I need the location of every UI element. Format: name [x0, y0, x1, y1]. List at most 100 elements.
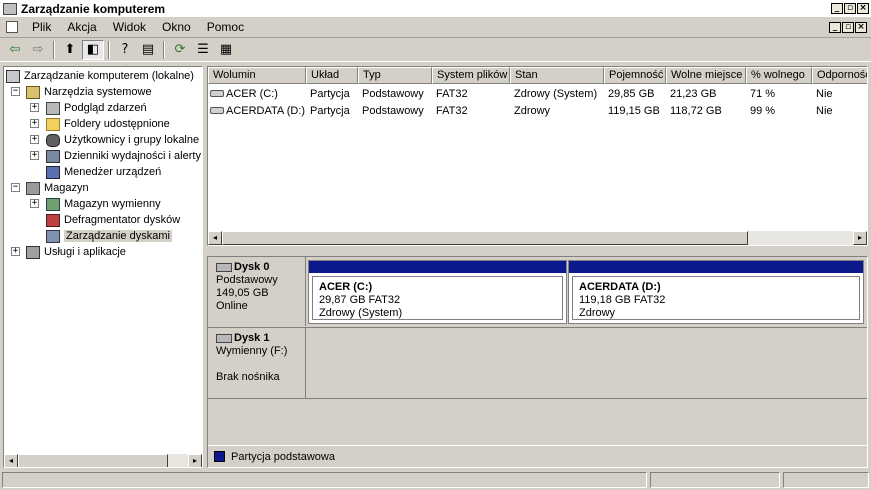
child-restore-button[interactable]: ▫	[842, 21, 854, 33]
show-tree-icon[interactable]: ◧	[82, 39, 104, 60]
tree-item-local-users[interactable]: Użytkownicy i grupy lokalne	[46, 132, 199, 148]
column-header-type[interactable]: Typ	[358, 67, 432, 84]
tree-item-event-viewer[interactable]: Podgląd zdarzeń	[46, 100, 147, 116]
tree-item-services[interactable]: Usługi i aplikacje	[26, 244, 126, 260]
console-window-icon[interactable]	[6, 21, 18, 33]
up-folder-icon[interactable]: ⬆	[59, 40, 81, 60]
partition-c[interactable]: ACER (C:) 29,87 GB FAT32 Zdrowy (System)	[308, 260, 567, 324]
status-pane	[2, 472, 647, 488]
tree-horizontal-scrollbar[interactable]: ◂ ▸	[4, 453, 202, 467]
volume-row[interactable]: ACERDATA (D:) Partycja Podstawowy FAT32 …	[208, 102, 867, 119]
disk-1-label[interactable]: Dysk 1 Wymienny (F:) Brak nośnika	[208, 328, 306, 398]
scroll-left-icon[interactable]: ◂	[208, 231, 222, 245]
window-title: Zarządzanie komputerem	[21, 1, 166, 16]
free-space-cell: 118,72 GB	[670, 104, 722, 117]
fault-tolerance-cell: Nie	[816, 104, 833, 117]
column-header-layout[interactable]: Układ	[306, 67, 358, 84]
console-tree[interactable]: Zarządzanie komputerem (lokalne) − Narzę…	[3, 66, 203, 468]
tree-label: Magazyn	[44, 182, 89, 194]
forward-icon[interactable]: ⇨	[27, 40, 49, 60]
capacity-cell: 29,85 GB	[608, 87, 655, 100]
close-button[interactable]: ×	[857, 3, 869, 14]
collapse-icon[interactable]: −	[11, 87, 20, 96]
volume-row[interactable]: ACER (C:) Partycja Podstawowy FAT32 Zdro…	[208, 85, 867, 102]
child-minimize-button[interactable]: _	[829, 21, 841, 33]
disk-row-divider	[208, 398, 867, 399]
expand-icon[interactable]: +	[30, 103, 39, 112]
column-header-percent-free[interactable]: % wolnego	[746, 67, 812, 84]
expand-icon[interactable]: +	[30, 199, 39, 208]
tree-item-removable-storage[interactable]: Magazyn wymienny	[46, 196, 161, 212]
partition-info: ACERDATA (D:) 119,18 GB FAT32 Zdrowy	[572, 276, 860, 320]
volume-list[interactable]: Wolumin Układ Typ System plików Stan Poj…	[207, 66, 868, 246]
toolbar-separator	[53, 40, 55, 59]
legend: Partycja podstawowa	[208, 445, 867, 467]
tree-item-perf-logs[interactable]: Dzienniki wydajności i alerty	[46, 148, 201, 164]
partition-d[interactable]: ACERDATA (D:) 119,18 GB FAT32 Zdrowy	[568, 260, 864, 324]
child-close-button[interactable]: ×	[855, 21, 867, 33]
toolbar-separator	[108, 40, 110, 59]
graphical-disk-view[interactable]: Dysk 0 Podstawowy 149,05 GB Online ACER …	[207, 256, 868, 468]
volume-cell: ACERDATA (D:)	[208, 105, 306, 117]
performance-logs-icon	[46, 149, 60, 163]
scroll-thumb[interactable]	[18, 454, 168, 467]
back-icon[interactable]: ⇦	[4, 40, 26, 60]
column-header-fault-tolerance[interactable]: Odporność	[812, 67, 867, 84]
column-header-status[interactable]: Stan	[510, 67, 604, 84]
column-header-filesystem[interactable]: System plików	[432, 67, 510, 84]
scroll-right-icon[interactable]: ▸	[853, 231, 867, 245]
export-list-icon[interactable]: ▦	[215, 40, 237, 60]
expand-icon[interactable]: +	[30, 151, 39, 160]
menu-view[interactable]: Widok	[105, 20, 154, 34]
menu-window[interactable]: Okno	[154, 20, 199, 34]
help-icon[interactable]: ?	[114, 40, 136, 60]
maximize-button[interactable]: ▫	[844, 3, 856, 14]
collapse-icon[interactable]: −	[11, 183, 20, 192]
column-header-capacity[interactable]: Pojemność	[604, 67, 666, 84]
menu-bar: Plik Akcja Widok Okno Pomoc _ ▫ ×	[0, 17, 871, 38]
column-header-free-space[interactable]: Wolne miejsce	[666, 67, 746, 84]
disk-0-label[interactable]: Dysk 0 Podstawowy 149,05 GB Online	[208, 257, 306, 326]
tree-item-device-manager[interactable]: Menedżer urządzeń	[46, 164, 161, 180]
removable-media-area[interactable]	[307, 328, 867, 398]
minimize-button[interactable]: _	[831, 3, 843, 14]
list-horizontal-scrollbar[interactable]: ◂ ▸	[208, 231, 867, 245]
fault-tolerance-cell: Nie	[816, 87, 833, 100]
scroll-right-icon[interactable]: ▸	[188, 454, 202, 467]
toolbar-separator	[163, 40, 165, 59]
pane-splitter[interactable]	[207, 248, 868, 254]
tree-item-defragmenter[interactable]: Defragmentator dysków	[46, 212, 180, 228]
system-tools-icon	[26, 85, 40, 99]
tree-label: Narzędzia systemowe	[44, 86, 152, 98]
partition-info: ACER (C:) 29,87 GB FAT32 Zdrowy (System)	[312, 276, 563, 320]
tree-item-shared-folders[interactable]: Foldery udostępnione	[46, 116, 170, 132]
legend-label: Partycja podstawowa	[231, 450, 335, 463]
tree-label: Zarządzanie dyskami	[64, 230, 172, 242]
shared-folder-icon	[46, 117, 60, 131]
expand-icon[interactable]: +	[30, 119, 39, 128]
disk-management-icon	[46, 229, 60, 243]
device-manager-icon	[46, 165, 60, 179]
refresh-icon[interactable]: ⟳	[169, 40, 191, 60]
menu-file[interactable]: Plik	[24, 20, 59, 34]
defragmenter-icon	[46, 213, 60, 227]
partition-title: ACER (C:)	[319, 281, 373, 293]
tree-item-disk-management[interactable]: Zarządzanie dyskami	[46, 228, 172, 244]
expand-icon[interactable]: +	[30, 135, 39, 144]
toolbar: ⇦ ⇨ ⬆ ◧ ? ▤ ⟳ ☰ ▦	[0, 38, 871, 62]
menu-help[interactable]: Pomoc	[199, 20, 252, 34]
properties-icon[interactable]: ☰	[192, 40, 214, 60]
scroll-left-icon[interactable]: ◂	[4, 454, 18, 467]
title-bar: Zarządzanie komputerem _ ▫ ×	[0, 0, 871, 17]
tree-item-storage[interactable]: Magazyn	[26, 180, 89, 196]
expand-icon[interactable]: +	[11, 247, 20, 256]
scroll-thumb[interactable]	[222, 231, 748, 245]
computer-management-icon	[3, 2, 17, 15]
layout-cell: Partycja	[310, 104, 350, 117]
view-icon[interactable]: ▤	[137, 40, 159, 60]
volume-list-header: Wolumin Układ Typ System plików Stan Poj…	[208, 67, 867, 84]
column-header-volume[interactable]: Wolumin	[208, 67, 306, 84]
tree-item-system-tools[interactable]: Narzędzia systemowe	[26, 84, 152, 100]
menu-action[interactable]: Akcja	[59, 20, 104, 34]
tree-item-root[interactable]: Zarządzanie komputerem (lokalne)	[6, 68, 194, 84]
